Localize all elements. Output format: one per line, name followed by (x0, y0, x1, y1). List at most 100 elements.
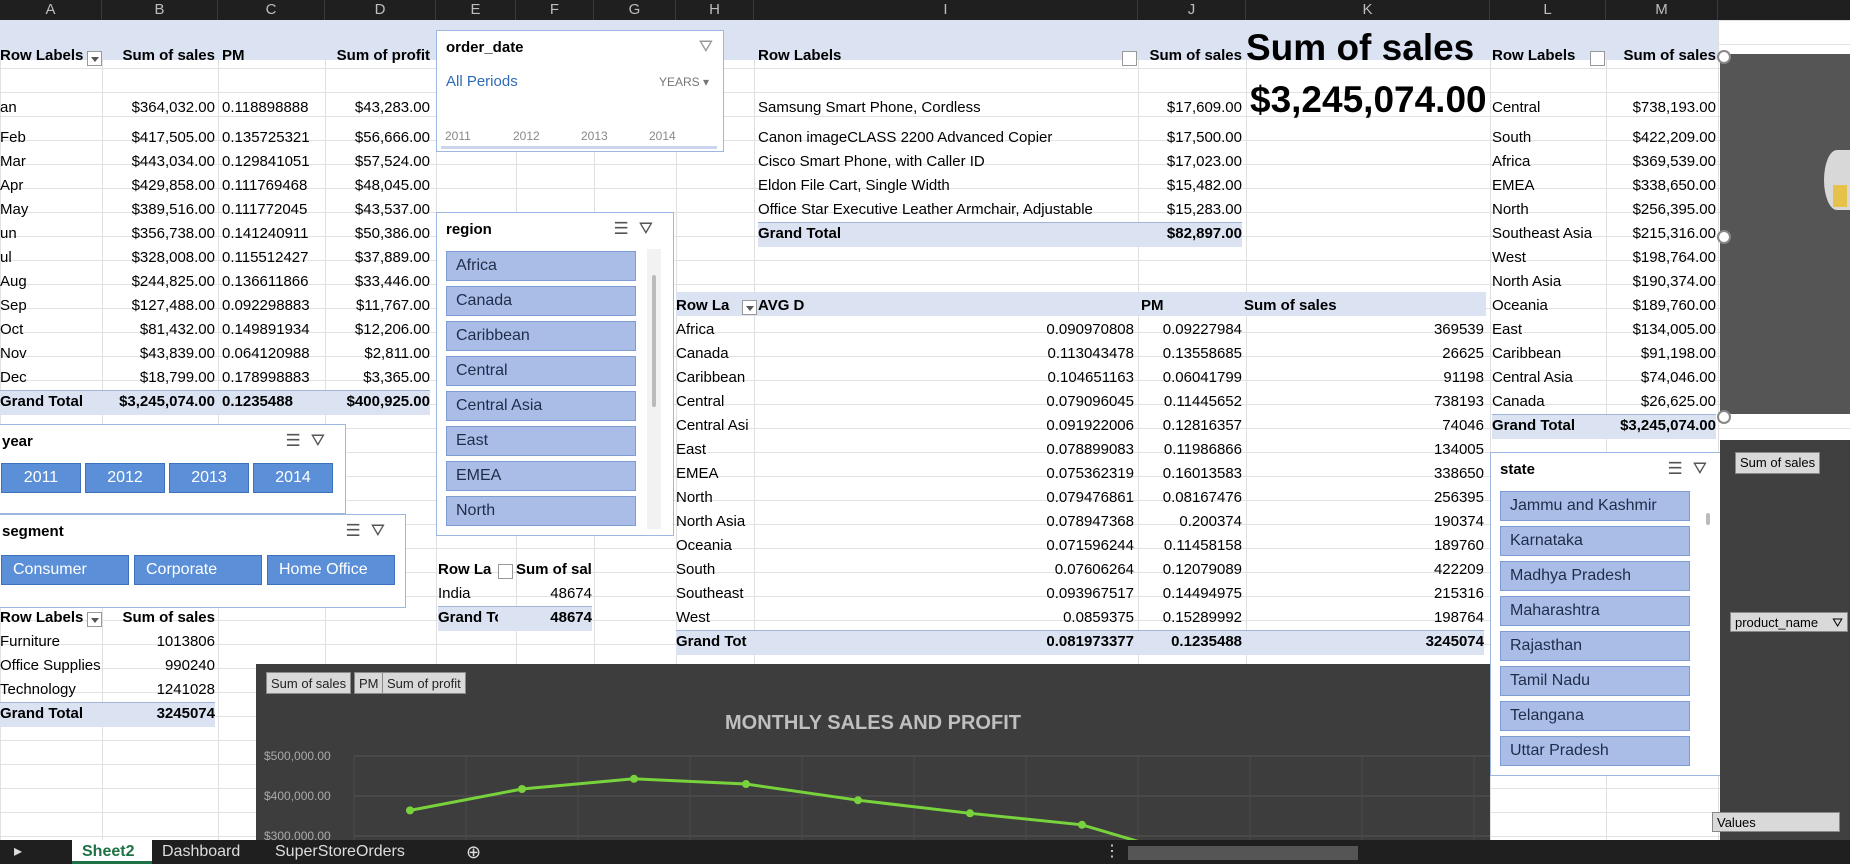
region-button[interactable]: Africa (446, 251, 636, 281)
year-slicer[interactable]: year ☰⛛ 2011 2012 2013 2014 (0, 424, 346, 514)
dropdown-icon[interactable] (87, 51, 102, 66)
table-cell: 198764 (1433, 609, 1484, 626)
chart-field-button[interactable]: Sum of sales (266, 672, 352, 694)
multiselect-icon[interactable]: ☰⛛ (345, 521, 395, 541)
multiselect-icon[interactable]: ☰⛛ (285, 431, 335, 451)
state-slicer[interactable]: state ☰⛛ Jammu and Kashmir Karnataka Madhy… (1490, 452, 1728, 776)
table-cell: $15,283.00 (1166, 201, 1242, 218)
column-header[interactable]: E (436, 0, 516, 20)
scroll-tabs-icon[interactable]: ▸ (14, 840, 22, 864)
timeline-bar[interactable] (441, 146, 717, 149)
column-header[interactable]: B (102, 0, 218, 20)
column-header[interactable]: D (325, 0, 436, 20)
timeline-year[interactable]: 2012 (513, 129, 540, 143)
chart-field-button[interactable]: PM (354, 672, 384, 694)
data-point[interactable] (742, 780, 750, 789)
column-header[interactable]: A (0, 0, 102, 20)
resize-handle[interactable] (1717, 50, 1731, 64)
region-scroll-thumb[interactable] (652, 275, 656, 407)
resize-handle[interactable] (1717, 410, 1731, 424)
column-header[interactable]: J (1138, 0, 1246, 20)
column-header[interactable]: G (594, 0, 676, 20)
state-button[interactable]: Telangana (1500, 701, 1690, 731)
dropdown-icon[interactable] (742, 300, 757, 315)
segment-button[interactable]: Home Office (267, 555, 395, 585)
data-point[interactable] (518, 784, 526, 793)
column-header[interactable]: H (676, 0, 754, 20)
multiselect-icon[interactable]: ☰⛛ (613, 219, 663, 239)
region-button[interactable]: Canada (446, 286, 636, 316)
clear-filter-icon[interactable]: ⛛ (699, 37, 713, 57)
tab-dashboard[interactable]: Dashboard (162, 840, 240, 864)
table-cell: 0.079476861 (1046, 489, 1134, 506)
chart-field-button[interactable]: Sum of profit (382, 672, 466, 694)
region-button[interactable]: East (446, 426, 636, 456)
state-button[interactable]: Rajasthan (1500, 631, 1690, 661)
segment-button[interactable]: Corporate (134, 555, 262, 585)
timeline-unit[interactable]: YEARS ▾ (659, 75, 709, 89)
table-cell: $26,625.00 (1640, 393, 1716, 410)
segment-button[interactable]: Consumer (1, 555, 129, 585)
region-button[interactable]: Caribbean (446, 321, 636, 351)
region-button[interactable]: Central (446, 356, 636, 386)
column-header[interactable]: M (1606, 0, 1718, 20)
tab-sheet2[interactable]: Sheet2 (82, 840, 134, 864)
dropdown-icon[interactable] (498, 564, 513, 579)
timeline-year[interactable]: 2011 (445, 129, 471, 143)
table-cell: Nov (0, 345, 27, 362)
field-button-product[interactable]: product_name ⛛ (1730, 612, 1848, 632)
state-button[interactable]: Uttar Pradesh (1500, 736, 1690, 766)
state-button[interactable]: Karnataka (1500, 526, 1690, 556)
region-button[interactable]: EMEA (446, 461, 636, 491)
dropdown-icon[interactable] (1590, 51, 1605, 66)
field-button-values[interactable]: Values (1712, 812, 1840, 832)
data-point[interactable] (630, 774, 638, 783)
dropdown-icon[interactable] (87, 612, 102, 627)
table-cell: 0.078899083 (1046, 441, 1134, 458)
map-chart-area[interactable] (1720, 54, 1850, 414)
table-cell: Mar (0, 153, 26, 170)
multiselect-icon[interactable]: ☰⛛ (1667, 459, 1717, 479)
column-header[interactable]: C (218, 0, 325, 20)
state-button[interactable]: Madhya Pradesh (1500, 561, 1690, 591)
region-slicer[interactable]: region ☰⛛ Africa Canada Caribbean Central Ce… (436, 212, 674, 536)
state-scroll-thumb[interactable] (1706, 513, 1710, 525)
field-button-sales[interactable]: Sum of sales (1735, 452, 1821, 474)
filter-icon: ⛛ (1832, 615, 1843, 630)
year-button[interactable]: 2014 (253, 463, 333, 493)
table-cell: $2,811.00 (364, 345, 430, 362)
order-date-timeline[interactable]: order_date ⛛ All Periods YEARS ▾ 2011 201… (436, 30, 724, 152)
resize-handle[interactable] (1717, 230, 1731, 244)
data-point[interactable] (1078, 820, 1086, 829)
column-header[interactable]: L (1490, 0, 1606, 20)
state-button[interactable]: Tamil Nadu (1500, 666, 1690, 696)
state-button[interactable]: Maharashtra (1500, 596, 1690, 626)
year-button[interactable]: 2013 (169, 463, 249, 493)
column-header-label: Row La (438, 561, 492, 578)
add-sheet-icon[interactable]: ⊕ (466, 840, 481, 864)
region-button[interactable]: Central Asia (446, 391, 636, 421)
data-point[interactable] (854, 796, 862, 805)
column-header[interactable]: F (516, 0, 594, 20)
column-header-label: Sum of sales (1623, 47, 1716, 64)
table-cell: 0.118898888 (222, 99, 309, 116)
year-button[interactable]: 2011 (1, 463, 81, 493)
column-header-label: PM (1141, 297, 1164, 314)
more-options-icon[interactable]: ⋮ (1104, 840, 1120, 864)
dropdown-icon[interactable] (1122, 51, 1137, 66)
table-cell: Feb (0, 129, 26, 146)
segment-slicer[interactable]: segment ☰⛛ Consumer Corporate Home Office (0, 514, 406, 608)
data-point[interactable] (966, 809, 974, 818)
column-header[interactable]: I (754, 0, 1138, 20)
data-point[interactable] (406, 806, 414, 815)
year-button[interactable]: 2012 (85, 463, 165, 493)
region-button[interactable]: North (446, 496, 636, 526)
horizontal-scrollbar[interactable] (1128, 846, 1358, 860)
table-cell: Oct (0, 321, 24, 338)
timeline-year[interactable]: 2014 (649, 129, 676, 143)
table-cell: $33,446.00 (354, 273, 430, 290)
tab-superstoreorders[interactable]: SuperStoreOrders (275, 840, 405, 864)
column-header[interactable]: K (1246, 0, 1490, 20)
state-button[interactable]: Jammu and Kashmir (1500, 491, 1690, 521)
timeline-year[interactable]: 2013 (581, 129, 608, 143)
